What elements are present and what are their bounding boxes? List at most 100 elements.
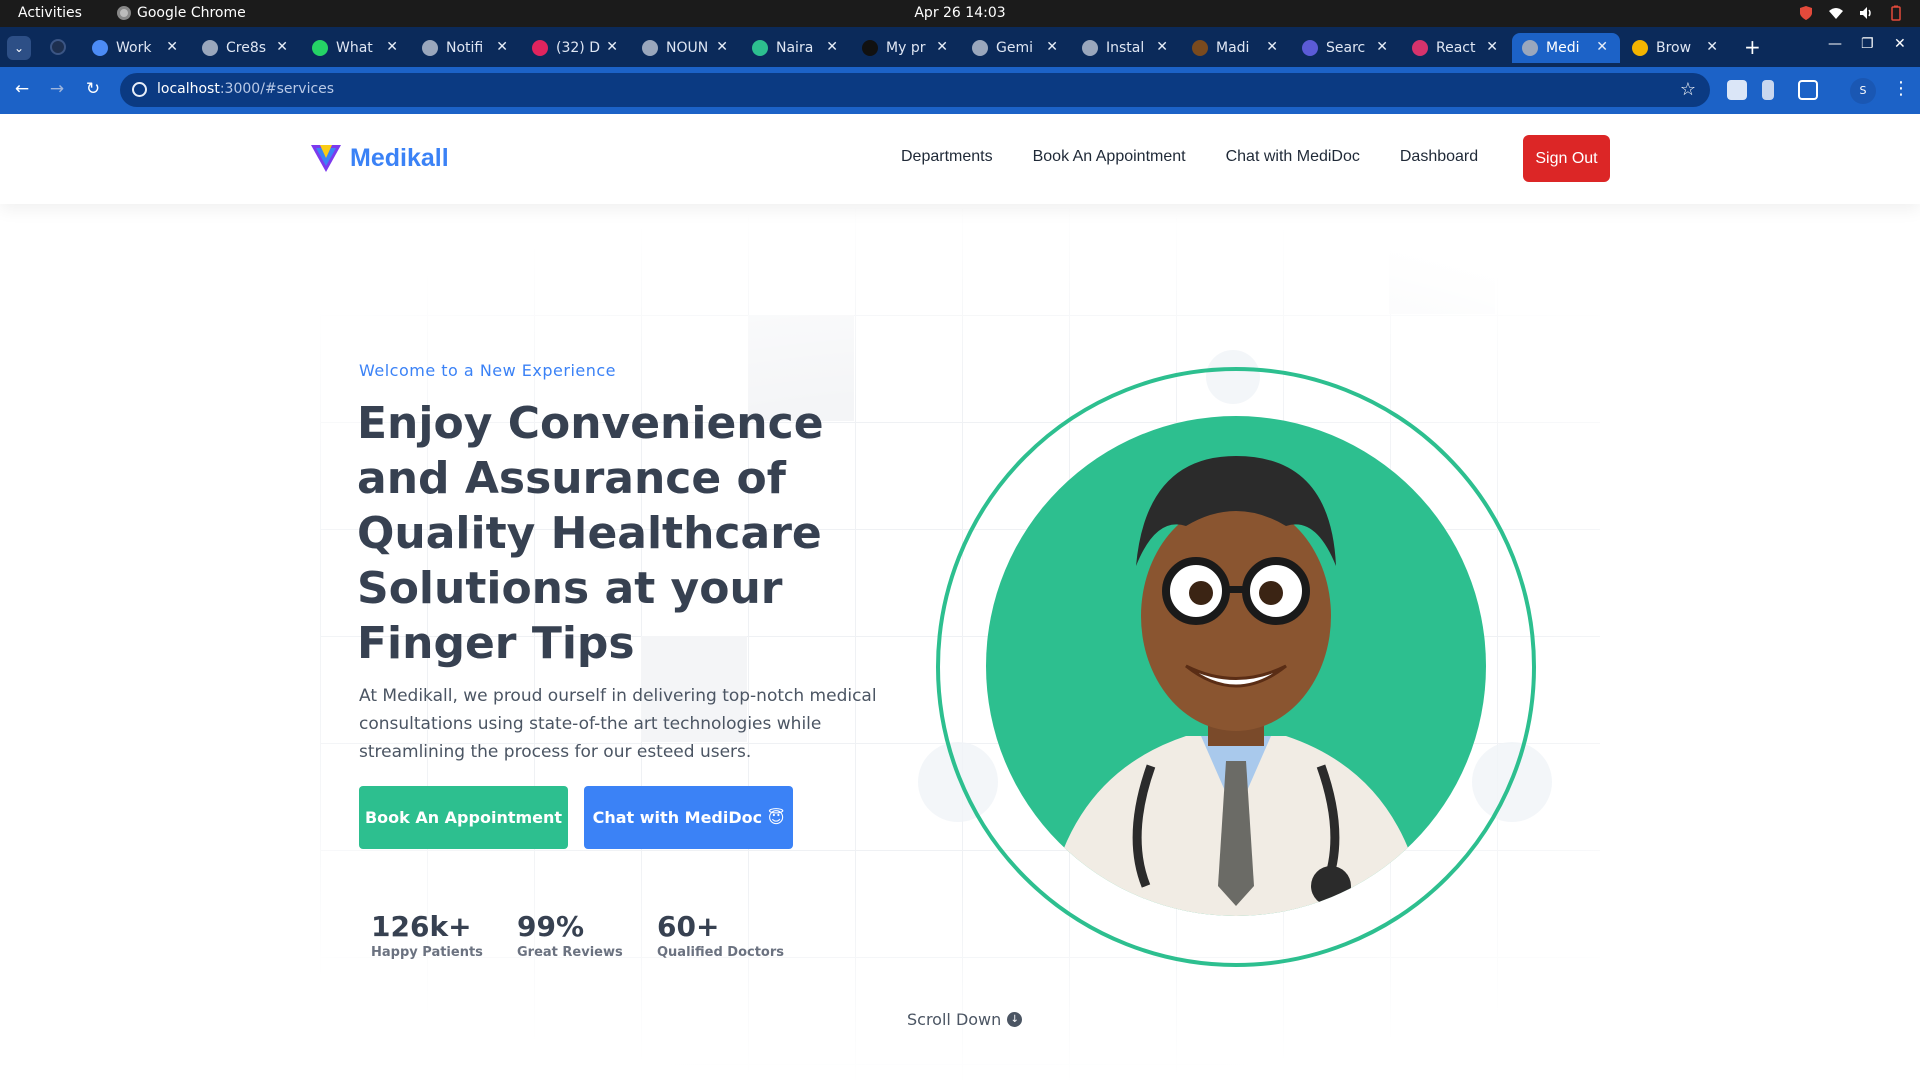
- stat-value: 60+: [657, 910, 720, 943]
- hero-headline: Enjoy Convenience and Assurance of Quali…: [357, 398, 824, 669]
- app-menu[interactable]: Google Chrome: [117, 5, 246, 21]
- extension-icon[interactable]: [1727, 80, 1747, 100]
- close-tab-icon[interactable]: ✕: [606, 39, 618, 55]
- browser-tab[interactable]: Searc ✕: [1292, 33, 1400, 63]
- browser-tab[interactable]: Work ✕: [82, 33, 190, 63]
- tab-title: (32) D: [556, 40, 600, 56]
- close-tab-icon[interactable]: ✕: [1706, 39, 1718, 55]
- close-tab-icon[interactable]: ✕: [1266, 39, 1278, 55]
- browser-tab[interactable]: My pr ✕: [852, 33, 960, 63]
- close-tab-icon[interactable]: ✕: [936, 39, 948, 55]
- tab-favicon-icon: [642, 40, 658, 56]
- browser-tab[interactable]: Cre8s ✕: [192, 33, 300, 63]
- profile-avatar[interactable]: S: [1850, 78, 1876, 104]
- stat-happy-patients: 126k+ Happy Patients: [371, 910, 483, 960]
- tab-favicon-icon: [1632, 40, 1648, 56]
- nav-chat-medidoc[interactable]: Chat with MediDoc: [1226, 148, 1360, 166]
- tab-title: Naira: [776, 40, 814, 56]
- app-name: Google Chrome: [137, 5, 246, 21]
- chat-medidoc-button[interactable]: Chat with MediDoc 😇: [584, 786, 793, 849]
- stat-label: Happy Patients: [371, 945, 483, 960]
- tab-favicon-icon: [972, 40, 988, 56]
- browser-tab[interactable]: React ✕: [1402, 33, 1510, 63]
- tab-favicon-icon: [1082, 40, 1098, 56]
- new-tab-button[interactable]: +: [1744, 35, 1761, 59]
- main-nav: Departments Book An Appointment Chat wit…: [901, 148, 1518, 166]
- tab-title: Searc: [1326, 40, 1366, 56]
- browser-tab[interactable]: (32) D ✕: [522, 33, 630, 63]
- chrome-icon: [117, 6, 131, 20]
- close-tab-icon[interactable]: ✕: [1376, 39, 1388, 55]
- site-info-icon[interactable]: [132, 82, 147, 97]
- browser-tab[interactable]: Instal ✕: [1072, 33, 1180, 63]
- minimize-icon[interactable]: —: [1828, 36, 1842, 52]
- tab-favicon-icon: [92, 40, 108, 56]
- tab-title: React: [1436, 40, 1476, 56]
- forward-button[interactable]: →: [46, 79, 68, 99]
- sign-out-button[interactable]: Sign Out: [1523, 135, 1610, 182]
- tab-favicon-icon: [1302, 40, 1318, 56]
- browser-tab[interactable]: NOUN ✕: [632, 33, 740, 63]
- stat-value: 99%: [517, 910, 585, 943]
- book-appointment-button[interactable]: Book An Appointment: [359, 786, 568, 849]
- nav-departments[interactable]: Departments: [901, 148, 993, 166]
- close-tab-icon[interactable]: ✕: [166, 39, 178, 55]
- browser-tab[interactable]: Medi ✕: [1512, 33, 1620, 63]
- address-bar[interactable]: localhost:3000/#services ☆: [120, 73, 1710, 107]
- tab-title: Work: [116, 40, 152, 56]
- tab-favicon-icon: [422, 40, 438, 56]
- close-window-icon[interactable]: ✕: [1894, 36, 1906, 52]
- site-navbar: Medikall Departments Book An Appointment…: [0, 114, 1920, 204]
- wifi-icon: [1829, 8, 1843, 19]
- system-top-bar: Activities Google Chrome Apr 26 14:03: [0, 0, 1920, 27]
- browser-tab[interactable]: Madi ✕: [1182, 33, 1290, 63]
- brand-name: Medikall: [350, 143, 449, 172]
- url-text[interactable]: localhost:3000/#services: [157, 81, 334, 97]
- reading-list-icon[interactable]: [1762, 80, 1774, 100]
- extensions-puzzle-icon[interactable]: [1798, 80, 1818, 100]
- browser-tab[interactable]: Brow ✕: [1622, 33, 1730, 63]
- system-tray[interactable]: [1798, 5, 1904, 21]
- tab-favicon-icon: [1192, 40, 1208, 56]
- stat-value: 126k+: [371, 910, 472, 943]
- close-tab-icon[interactable]: ✕: [1046, 39, 1058, 55]
- restore-icon[interactable]: ❐: [1861, 36, 1874, 52]
- browser-tab[interactable]: Gemi ✕: [962, 33, 1070, 63]
- back-button[interactable]: ←: [11, 79, 33, 99]
- site-logo[interactable]: Medikall: [310, 142, 449, 174]
- chrome-menu-icon[interactable]: ⋮: [1892, 78, 1910, 99]
- close-tab-icon[interactable]: ✕: [1596, 39, 1608, 55]
- clock[interactable]: Apr 26 14:03: [914, 5, 1005, 21]
- tab-title: Medi: [1546, 40, 1580, 56]
- doctor-illustration: [1046, 456, 1426, 916]
- browser-tab[interactable]: What ✕: [302, 33, 410, 63]
- browser-tab[interactable]: Notifi ✕: [412, 33, 520, 63]
- nav-book-appointment[interactable]: Book An Appointment: [1033, 148, 1186, 166]
- tab-favicon-icon: [532, 40, 548, 56]
- doctor-avatar-image: [986, 416, 1486, 916]
- tab-search-dropdown[interactable]: ⌄: [7, 36, 31, 60]
- scroll-down-link[interactable]: Scroll Down ↓: [907, 1010, 1023, 1029]
- pinned-tab-github-icon[interactable]: [50, 39, 66, 55]
- hero-description: At Medikall, we proud ourself in deliver…: [359, 686, 877, 762]
- hero-eyebrow: Welcome to a New Experience: [359, 361, 617, 380]
- tab-title: What: [336, 40, 373, 56]
- bookmark-star-icon[interactable]: ☆: [1680, 79, 1696, 100]
- nav-dashboard[interactable]: Dashboard: [1400, 148, 1478, 166]
- webpage: Medikall Departments Book An Appointment…: [0, 114, 1920, 1080]
- close-tab-icon[interactable]: ✕: [826, 39, 838, 55]
- scroll-down-label: Scroll Down: [907, 1010, 1002, 1029]
- tab-title: Gemi: [996, 40, 1033, 56]
- close-tab-icon[interactable]: ✕: [496, 39, 508, 55]
- close-tab-icon[interactable]: ✕: [1486, 39, 1498, 55]
- activities-button[interactable]: Activities: [18, 5, 82, 21]
- tab-favicon-icon: [752, 40, 768, 56]
- tab-title: Madi: [1216, 40, 1250, 56]
- close-tab-icon[interactable]: ✕: [276, 39, 288, 55]
- browser-tab[interactable]: Naira ✕: [742, 33, 850, 63]
- close-tab-icon[interactable]: ✕: [1156, 39, 1168, 55]
- tab-title: My pr: [886, 40, 926, 56]
- reload-button[interactable]: ↻: [82, 79, 104, 99]
- close-tab-icon[interactable]: ✕: [716, 39, 728, 55]
- close-tab-icon[interactable]: ✕: [386, 39, 398, 55]
